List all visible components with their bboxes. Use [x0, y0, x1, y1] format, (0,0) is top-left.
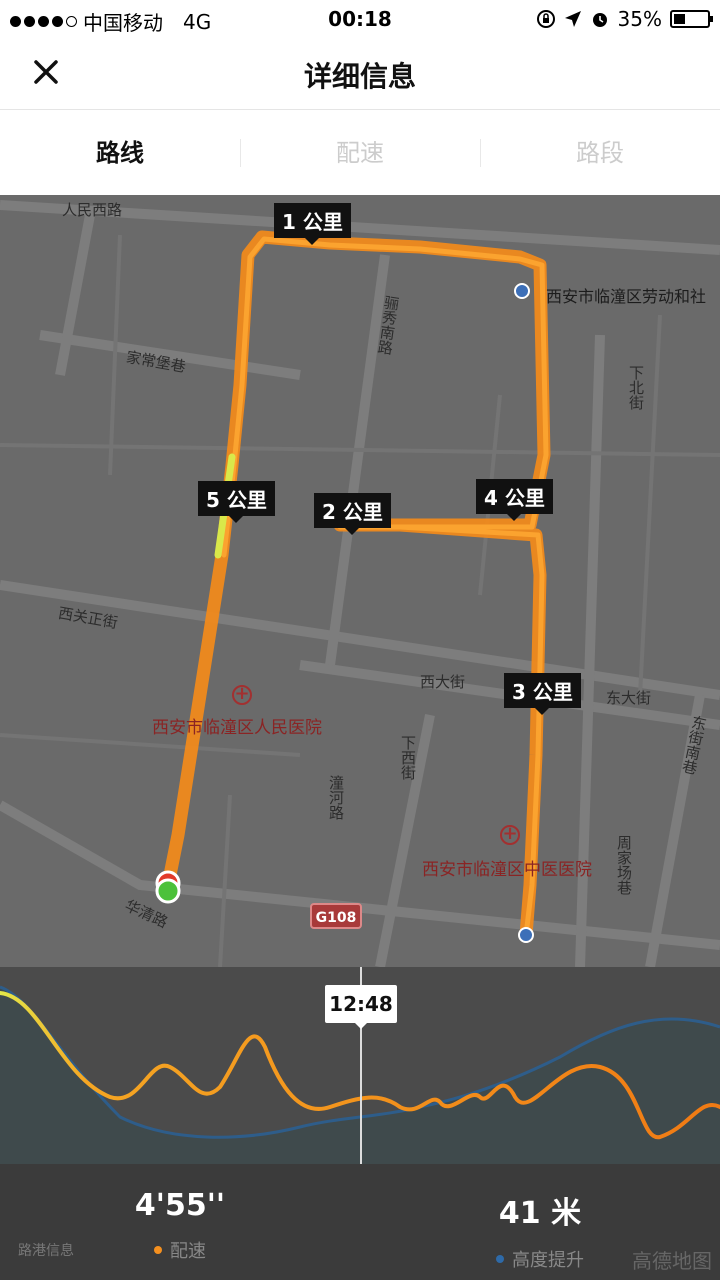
battery-percent: 35% — [617, 7, 662, 31]
close-button[interactable] — [28, 54, 64, 90]
hospital-icon — [500, 823, 520, 845]
pace-elevation-chart[interactable]: 12:48 — [0, 967, 720, 1164]
pace-dot-icon — [154, 1246, 162, 1254]
nav-bar: 详细信息 — [0, 38, 720, 110]
pace-value: 4'55'' — [134, 1188, 226, 1223]
elevation-stat: 41 米 高度提升 — [440, 1188, 640, 1272]
hospital-icon — [232, 683, 252, 705]
road-label: 下北街 — [627, 365, 645, 410]
tab-route[interactable]: 路线 — [0, 111, 240, 195]
map-canvas — [0, 195, 720, 967]
elevation-dot-icon — [496, 1255, 504, 1263]
page-title: 详细信息 — [303, 60, 416, 93]
road-label: 东大街 — [606, 689, 652, 707]
map-data-watermark: 路港信息 — [18, 1243, 74, 1259]
amap-watermark: 高德地图 — [632, 1249, 712, 1273]
tab-segments[interactable]: 路段 — [480, 111, 720, 195]
rotation-lock-icon — [536, 10, 555, 28]
status-bar: 中国移动 4G 00:18 35% — [0, 0, 720, 38]
poi-hospital-tcm[interactable]: 西安市临潼区中医医院 — [422, 855, 592, 880]
status-right: 35% — [536, 7, 713, 31]
stats-bar: 4'55'' 配速 41 米 高度提升 路港信息 高德地图 — [0, 1164, 720, 1280]
highway-badge: G108 — [310, 903, 362, 929]
road-label: 下西街 — [399, 735, 417, 780]
road-label: 西大街 — [420, 673, 466, 691]
km-marker: 2 公里 — [314, 493, 391, 535]
tab-bar: 路线 配速 路段 — [0, 111, 720, 195]
location-arrow-icon — [564, 11, 581, 27]
km-marker: 4 公里 — [476, 479, 553, 521]
alarm-icon — [592, 13, 607, 27]
elevation-label: 高度提升 — [512, 1250, 584, 1271]
km-marker: 1 公里 — [274, 203, 351, 245]
route-map[interactable]: 人民西路 家常堡巷 骊秀南路 西关正街 西大街 东大街 下西街 潼河路 华清路 … — [0, 195, 720, 967]
poi-community[interactable]: 西安市临潼区劳动和社 — [546, 283, 706, 307]
road-label: 潼河路 — [327, 775, 345, 820]
pace-label-row: 配速 — [80, 1237, 280, 1263]
road-label: 人民西路 — [62, 201, 123, 219]
elevation-value: 41 米 — [498, 1196, 582, 1231]
pace-label: 配速 — [170, 1241, 206, 1262]
km-marker: 5 公里 — [198, 481, 275, 523]
elevation-label-row: 高度提升 — [440, 1246, 640, 1272]
km-marker: 3 公里 — [504, 673, 581, 715]
road-label: 周家场巷 — [615, 835, 633, 895]
time-tooltip: 12:48 — [325, 985, 397, 1029]
battery-icon — [670, 10, 713, 28]
close-icon — [34, 60, 58, 84]
pace-stat: 4'55'' 配速 — [80, 1188, 280, 1263]
tab-pace[interactable]: 配速 — [240, 111, 480, 195]
poi-hospital-people[interactable]: 西安市临潼区人民医院 — [152, 713, 322, 738]
